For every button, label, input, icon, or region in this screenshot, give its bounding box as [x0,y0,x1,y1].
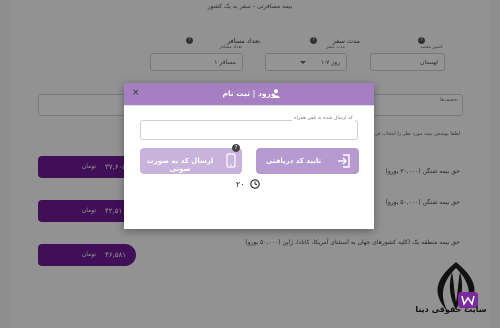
login-enter-icon [338,154,350,168]
countdown-timer: ۲۰ [236,180,245,189]
mobile-phone-icon [226,153,236,168]
confirm-code-button[interactable]: تایید کد دریافتی [256,148,359,174]
modal-header: ورود | ثبت نام × [124,83,374,105]
voice-help-icon[interactable]: ? [232,144,240,152]
voice-code-button[interactable]: ارسال کد به صورت صوتی ? [140,144,242,174]
modal-divider [124,105,374,106]
modal-title: ورود | ثبت نام [222,89,276,98]
user-icon [272,89,280,98]
login-modal: ورود | ثبت نام × کد ارسال شده به تلفن هم… [124,83,374,229]
verification-code-label: کد ارسال شده به تلفن همراه [292,116,355,121]
confirm-code-label: تایید کد دریافتی [265,157,322,165]
voice-code-label: ارسال کد به صورت صوتی [146,157,214,173]
clock-icon [250,179,260,189]
watermark-text: سایت حقوقی دینا [415,305,487,314]
close-icon[interactable]: × [132,88,140,98]
verification-code-input[interactable] [140,120,358,140]
